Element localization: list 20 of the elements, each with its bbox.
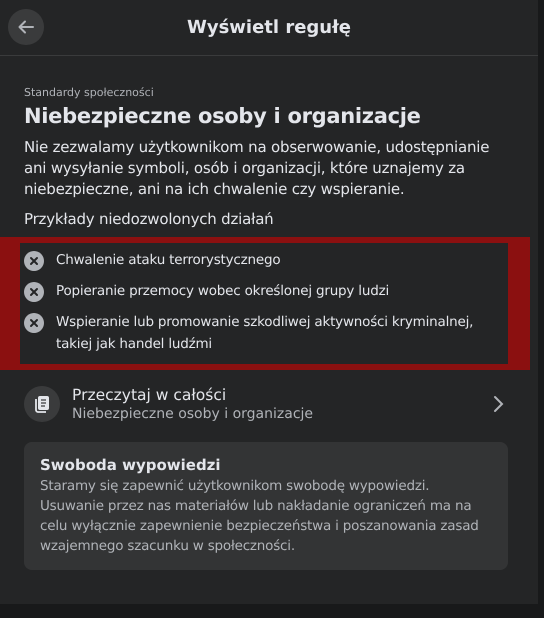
- examples-heading: Przykłady niedozwolonych działań: [24, 210, 274, 228]
- example-text: Chwalenie ataku terrorystycznego: [56, 251, 280, 270]
- note-title: Swoboda wypowiedzi: [40, 456, 222, 474]
- note-text: Staramy się zapewnić użytkownikom swobodę wypowiedzi. Usuwanie przez nas materiałów lub nakładanie ograniczeń ma na celu wyłącznie zapewnienie bezpieczeństwa i poszanowania zasad wzajemnego szacunku w społeczności.: [40, 477, 480, 556]
- example-text: Wspieranie lub promowanie szkodliwej aktywności kryminalnej, takiej jak handel ludźmi: [56, 313, 474, 354]
- prohibited-icon: [24, 282, 44, 302]
- chevron-right-icon: [492, 395, 504, 413]
- back-button[interactable]: [8, 9, 44, 45]
- read-more-item[interactable]: Przeczytaj w całości Niebezpieczne osoby i organizacje: [24, 380, 508, 428]
- read-more-title: Przeczytaj w całości: [72, 386, 228, 404]
- window-title: Wyświetl regułę: [186, 17, 352, 38]
- prohibited-icon: [24, 251, 44, 271]
- prohibited-icon: [24, 313, 44, 333]
- rule-title: Niebezpieczne osoby i organizacje: [24, 104, 422, 128]
- back-arrow-icon: [17, 18, 35, 36]
- example-text: Popieranie przemocy wobec określonej grupy ludzi: [56, 282, 390, 301]
- category-label: Standardy społeczności: [24, 86, 155, 99]
- document-icon: [24, 386, 60, 422]
- rule-description: Nie zezwalamy użytkownikom na obserwowanie, udostępnianie ani wysyłanie symboli, osób i organizacji, które uznajemy za niebezpieczne, ani na ich chwalenie czy wspieranie.: [24, 137, 490, 200]
- read-more-subtitle: Niebezpieczne osoby i organizacje: [72, 406, 314, 422]
